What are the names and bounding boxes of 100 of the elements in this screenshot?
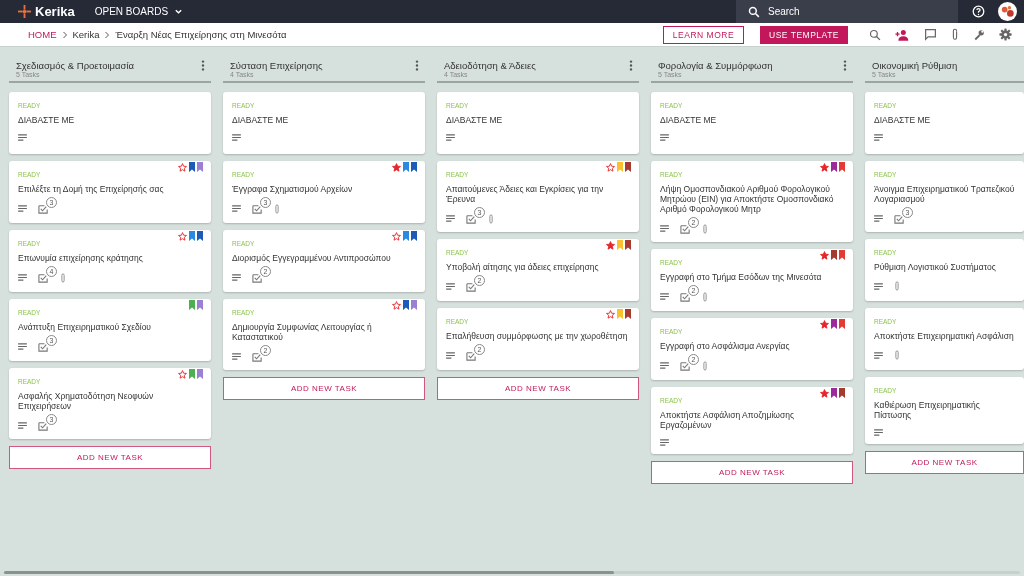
- checklist-icon: [252, 272, 263, 283]
- description-icon: [18, 422, 27, 429]
- description-icon: [446, 134, 455, 141]
- column-title: Φορολογία & Συμμόρφωση: [658, 60, 773, 71]
- checklist-icon: [680, 360, 691, 371]
- task-title: Επιλέξτε τη Δομή της Επιχείρησής σας: [18, 184, 165, 194]
- add-task-button[interactable]: ADD NEW TASK: [865, 451, 1024, 474]
- column-title: Σχεδιασμός & Προετοιμασία: [16, 60, 135, 71]
- description-icon: [660, 134, 669, 141]
- add-task-button[interactable]: ADD NEW TASK: [9, 446, 211, 469]
- star-outline-icon[interactable]: [178, 369, 187, 379]
- description-icon: [660, 362, 669, 369]
- star-icon[interactable]: [392, 162, 401, 172]
- description-icon: [660, 225, 669, 232]
- star-outline-icon[interactable]: [392, 300, 401, 310]
- description-icon: [446, 352, 455, 359]
- add-person-icon[interactable]: [895, 28, 910, 41]
- settings-icon[interactable]: [999, 28, 1012, 41]
- more-icon[interactable]: [629, 60, 633, 71]
- breadcrumb-link[interactable]: Έναρξη Νέας Επιχείρησης στη Μινεσότα: [115, 29, 287, 40]
- description-icon: [874, 351, 883, 359]
- checklist-icon: [38, 341, 49, 352]
- star-outline-icon[interactable]: [392, 231, 401, 241]
- chevron-icon: [104, 30, 111, 39]
- description-icon: [232, 205, 241, 212]
- chat-icon[interactable]: [924, 28, 937, 41]
- star-icon[interactable]: [820, 250, 829, 260]
- search-icon[interactable]: [869, 28, 881, 41]
- breadcrumb-link[interactable]: HOME: [28, 29, 57, 40]
- task-title: Έγγραφα Σχηματισμού Αρχείων: [232, 184, 354, 194]
- description-icon: [232, 134, 241, 141]
- task-title: Ανάπτυξη Επιχειρηματικού Σχεδίου: [18, 322, 152, 332]
- add-task-button[interactable]: ADD NEW TASK: [437, 377, 639, 400]
- checklist-icon: [252, 203, 263, 214]
- logo-icon: [18, 5, 31, 18]
- paperclip-icon[interactable]: [951, 28, 959, 41]
- checklist-icon: [38, 272, 49, 283]
- description-icon: [874, 215, 883, 222]
- task-title: ΔΙΑΒΑΣΤΕ ΜΕ: [874, 115, 932, 125]
- task-title: Εγγραφή στο Τμήμα Εσόδων της Μινεσότα: [660, 272, 823, 282]
- task-title: Καθιέρωση Επιχειρηματικής Πίστωσης: [874, 400, 981, 420]
- description-icon: [874, 282, 883, 290]
- checklist-icon: [38, 203, 49, 214]
- star-icon[interactable]: [820, 388, 829, 398]
- help-icon[interactable]: [972, 5, 985, 18]
- description-icon: [18, 274, 27, 281]
- checklist-icon: [466, 281, 477, 292]
- description-icon: [874, 429, 883, 436]
- avatar[interactable]: [998, 2, 1017, 21]
- task-title: Επαλήθευση συμμόρφωσης με την χωροθέτηση: [446, 331, 629, 341]
- task-title: Αποκτήστε Ασφάλιση Αποζημίωσης Εργαζομένων: [660, 410, 796, 430]
- task-title: Απαιτούμενες Άδειες και Εγκρίσεις για την Έρευνα: [446, 184, 605, 204]
- star-icon[interactable]: [606, 240, 615, 250]
- task-title: Εγγραφή στο Ασφάλισμα Ανεργίας: [660, 341, 791, 351]
- task-title: ΔΙΑΒΑΣΤΕ ΜΕ: [232, 115, 290, 125]
- description-icon: [660, 293, 669, 300]
- task-title: Άνοιγμα Επιχειρηματικού Τραπεζικού Λογαριασμού: [874, 184, 1015, 204]
- column-title: Οικονομική Ρύθμιση: [872, 60, 958, 71]
- search-field[interactable]: Search: [736, 0, 958, 23]
- use-template-button[interactable]: USE TEMPLATE: [760, 25, 848, 44]
- description-icon: [232, 274, 241, 281]
- star-icon[interactable]: [820, 162, 829, 172]
- description-icon: [660, 439, 669, 446]
- description-icon: [18, 134, 27, 141]
- description-icon: [446, 215, 455, 222]
- description-icon: [874, 134, 883, 141]
- task-title: Υποβολή αίτησης για άδειες επιχείρησης: [446, 262, 600, 272]
- wrench-icon[interactable]: [973, 28, 985, 41]
- star-icon[interactable]: [820, 319, 829, 329]
- task-title: ΔΙΑΒΑΣΤΕ ΜΕ: [446, 115, 504, 125]
- star-outline-icon[interactable]: [178, 231, 187, 241]
- add-task-button[interactable]: ADD NEW TASK: [223, 377, 425, 400]
- more-icon[interactable]: [843, 60, 847, 71]
- task-title: Ρύθμιση Λογιστικού Συστήματος: [874, 262, 997, 272]
- description-icon: [446, 283, 455, 290]
- learn-more-button[interactable]: LEARN MORE: [662, 25, 745, 44]
- open-boards-menu[interactable]: OPEN BOARDS: [94, 6, 184, 17]
- checklist-icon: [894, 213, 905, 224]
- scrollbar[interactable]: [4, 571, 1020, 574]
- star-outline-icon[interactable]: [606, 162, 615, 172]
- more-icon[interactable]: [201, 60, 205, 71]
- checklist-icon: [252, 351, 263, 362]
- star-outline-icon[interactable]: [606, 309, 615, 319]
- star-outline-icon[interactable]: [178, 162, 187, 172]
- add-task-button[interactable]: ADD NEW TASK: [651, 461, 853, 484]
- more-icon[interactable]: [415, 60, 419, 71]
- task-title: Διορισμός Εγγεγραμμένου Αντιπροσώπου: [232, 253, 392, 263]
- caret-icon: [174, 7, 184, 16]
- task-title: ΔΙΑΒΑΣΤΕ ΜΕ: [18, 115, 76, 125]
- breadcrumb-link[interactable]: Kerika: [72, 29, 100, 40]
- task-title: Επωνυμία επιχείρησης κράτησης: [18, 253, 144, 263]
- chevron-icon: [61, 30, 68, 39]
- logo-text[interactable]: Kerika: [35, 4, 75, 19]
- task-title: Δημιουργία Συμφωνίας Λειτουργίας ή Καταστατικού: [232, 322, 373, 342]
- column-title: Αδειοδότηση & Άδειες: [444, 60, 536, 71]
- task-title: Αποκτήστε Επιχειρηματική Ασφάλιση: [874, 331, 1015, 341]
- description-icon: [18, 343, 27, 350]
- task-title: ΔΙΑΒΑΣΤΕ ΜΕ: [660, 115, 718, 125]
- checklist-icon: [466, 213, 477, 224]
- description-icon: [232, 353, 241, 360]
